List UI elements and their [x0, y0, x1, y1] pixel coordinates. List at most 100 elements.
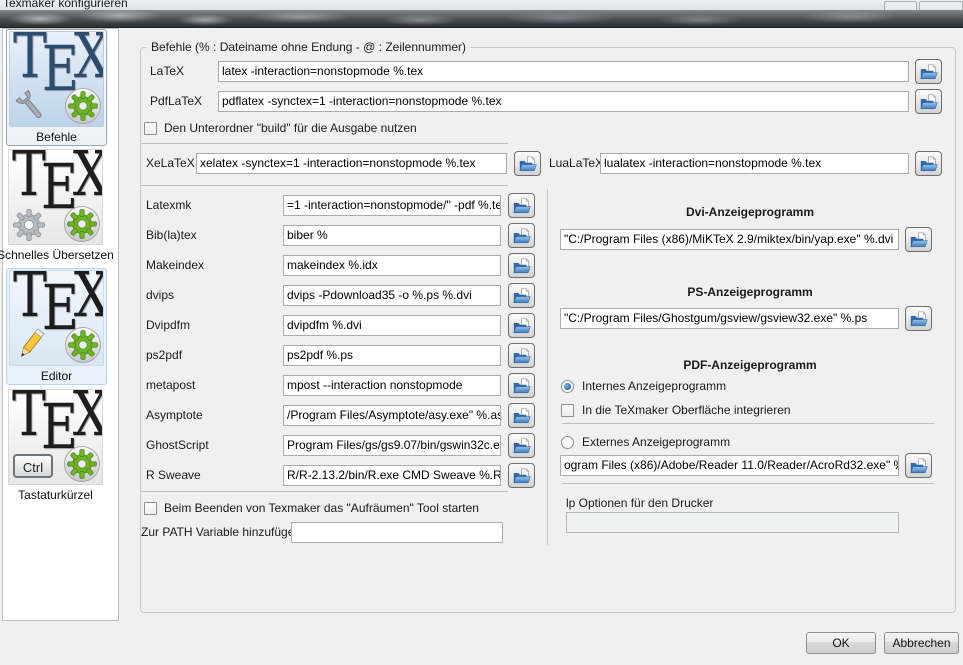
ps2pdf-browse-button[interactable] [508, 343, 535, 368]
cleanup-on-exit-checkbox[interactable] [144, 502, 157, 515]
commands-groupbox-legend: Befehle (% : Dateiname ohne Endung - @ :… [147, 40, 470, 54]
dvi-viewer-browse-button[interactable] [905, 227, 932, 252]
rsweave-browse-button[interactable] [508, 463, 535, 488]
dvi-viewer-title: Dvi-Anzeigeprogramm [560, 205, 940, 219]
xelatex-command-input[interactable]: xelatex -synctex=1 -interaction=nonstopm… [196, 153, 507, 174]
metapost-command-input[interactable]: mpost --interaction nonstopmode [283, 375, 501, 396]
sidebar-item-befehle[interactable]: TEX [6, 29, 107, 146]
dvipdfm-browse-button[interactable] [508, 313, 535, 338]
open-file-icon [910, 458, 928, 474]
open-file-icon [513, 468, 531, 484]
lp-printer-options-input[interactable] [566, 512, 899, 533]
lualatex-label: LuaLaTeX [549, 156, 603, 170]
pdflatex-label: PdfLaTeX [150, 94, 202, 108]
ghostscript-label: GhostScript [146, 438, 209, 452]
biblatex-browse-button[interactable] [508, 223, 535, 248]
ghostscript-command-input[interactable]: Program Files/gs/gs9.07/bin/gswin32c.exe… [283, 435, 501, 456]
open-file-icon [513, 198, 531, 214]
asymptote-command-input[interactable]: /Program Files/Asymptote/asy.exe" %.asy [283, 405, 501, 426]
sidebar-item-schnelles-uebersetzen[interactable]: TEX [6, 148, 105, 263]
dvi-viewer-input[interactable]: "C:/Program Files (x86)/MiKTeX 2.9/mikte… [560, 229, 899, 250]
xelatex-label: XeLaTeX [146, 156, 195, 170]
cleanup-on-exit-label: Beim Beenden von Texmaker das "Aufräumen… [164, 501, 479, 515]
open-file-icon [513, 378, 531, 394]
tex-ctrl-gear-icon: TEX Ctrl [8, 389, 103, 485]
embed-viewer-checkbox[interactable] [561, 404, 574, 417]
open-file-icon [920, 94, 938, 110]
latex-browse-button[interactable] [915, 59, 942, 84]
dvips-label: dvips [146, 288, 174, 302]
ps-viewer-input[interactable]: "C:/Program Files/Ghostgum/gsview/gsview… [560, 308, 899, 329]
dvipdfm-label: Dvipdfm [146, 318, 190, 332]
dvips-browse-button[interactable] [508, 283, 535, 308]
xelatex-browse-button[interactable] [514, 151, 541, 176]
open-file-icon [513, 438, 531, 454]
wrench-icon [11, 85, 51, 125]
pdf-viewer-browse-button[interactable] [905, 453, 932, 478]
green-gear-icon [63, 445, 101, 483]
open-file-icon [910, 311, 928, 327]
sidebar-item-label: Editor [0, 369, 115, 383]
pdf-viewer-title: PDF-Anzeigeprogramm [560, 358, 940, 372]
pdf-viewer-input[interactable]: ogram Files (x86)/Adobe/Reader 11.0/Read… [560, 455, 899, 476]
latexmk-label: Latexmk [146, 198, 191, 212]
lp-printer-options-label: lp Optionen für den Drucker [566, 496, 713, 510]
sidebar-item-label: Befehle [0, 130, 115, 144]
external-viewer-radio[interactable] [561, 436, 574, 449]
open-file-icon [519, 156, 537, 172]
ok-button[interactable]: OK [806, 632, 876, 654]
makeindex-command-input[interactable]: makeindex %.idx [283, 255, 501, 276]
asymptote-browse-button[interactable] [508, 403, 535, 428]
ghostscript-browse-button[interactable] [508, 433, 535, 458]
green-gear-icon [64, 326, 102, 364]
texmaker-config-dialog: Texmaker konfigurieren TEX [0, 0, 963, 665]
internal-viewer-label: Internes Anzeigeprogramm [582, 379, 726, 393]
makeindex-label: Makeindex [146, 258, 204, 272]
open-file-icon [513, 228, 531, 244]
sidebar-item-label: Schnelles Übersetzen [0, 248, 114, 262]
lualatex-browse-button[interactable] [915, 151, 942, 176]
separator [562, 423, 934, 424]
green-gear-icon [64, 87, 102, 125]
latexmk-command-input[interactable]: =1 -interaction=nonstopmode/" -pdf %.tex [283, 195, 501, 216]
rsweave-label: R Sweave [146, 468, 201, 482]
metapost-browse-button[interactable] [508, 373, 535, 398]
sidebar-item-label: Tastaturkürzel [0, 488, 114, 502]
pencil-icon [11, 326, 49, 364]
build-subfolder-checkbox[interactable] [144, 122, 157, 135]
latexmk-browse-button[interactable] [508, 193, 535, 218]
separator [141, 185, 508, 186]
vertical-divider [547, 189, 548, 545]
latex-label: LaTeX [150, 64, 184, 78]
open-file-icon [513, 258, 531, 274]
internal-viewer-radio[interactable] [561, 380, 574, 393]
silver-gear-icon [10, 205, 48, 243]
rsweave-command-input[interactable]: R/R-2.13.2/bin/R.exe CMD Sweave %.Rnw [283, 465, 501, 486]
biblatex-command-input[interactable]: biber % [283, 225, 501, 246]
ps2pdf-command-input[interactable]: ps2pdf %.ps [283, 345, 501, 366]
sidebar-item-editor[interactable]: TEX [6, 268, 107, 385]
green-gear-icon [63, 205, 101, 243]
embed-viewer-label: In die TeXmaker Oberfläche integrieren [582, 403, 791, 417]
open-file-icon [910, 232, 928, 248]
path-variable-label: Zur PATH Variable hinzufügen [141, 525, 301, 539]
lualatex-command-input[interactable]: lualatex -interaction=nonstopmode %.tex [600, 153, 909, 174]
tex-gears-icon: TEX [8, 149, 103, 245]
separator [141, 143, 508, 144]
asymptote-label: Asymptote [146, 408, 203, 422]
makeindex-browse-button[interactable] [508, 253, 535, 278]
cancel-button[interactable]: Abbrechen [884, 632, 959, 654]
dvipdfm-command-input[interactable]: dvipdfm %.dvi [283, 315, 501, 336]
latex-command-input[interactable]: latex -interaction=nonstopmode %.tex [218, 61, 909, 82]
dvips-command-input[interactable]: dvips -Pdownload35 -o %.ps %.dvi [283, 285, 501, 306]
path-variable-input[interactable] [291, 522, 503, 543]
pdflatex-command-input[interactable]: pdflatex -synctex=1 -interaction=nonstop… [218, 91, 909, 112]
sidebar-item-tastaturkuerzel[interactable]: TEX Ctrl Tastaturkürzel [6, 388, 105, 503]
open-file-icon [920, 156, 938, 172]
window-title: Texmaker konfigurieren [3, 0, 128, 10]
build-subfolder-label: Den Unterordner "build" für die Ausgabe … [164, 121, 417, 135]
external-viewer-label: Externes Anzeigeprogramm [582, 435, 730, 449]
pdflatex-browse-button[interactable] [915, 89, 942, 114]
ps-viewer-browse-button[interactable] [905, 306, 932, 331]
open-file-icon [513, 318, 531, 334]
